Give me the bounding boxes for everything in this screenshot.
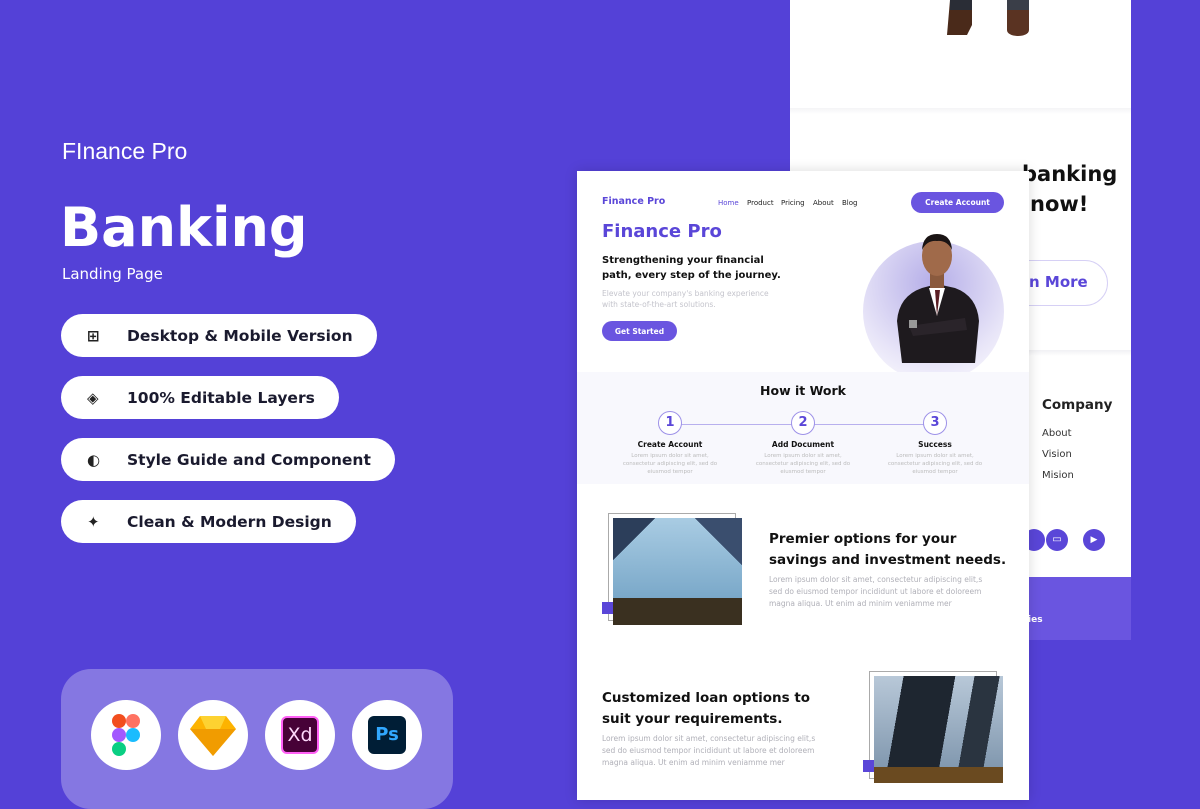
cta-heading-line2: now!: [1030, 192, 1089, 216]
step-3: 3 Success Lorem ipsum dolor sit amet, cons…: [865, 411, 1005, 476]
hero-text: Elevate your company's banking experienc…: [602, 289, 769, 309]
nav-home[interactable]: Home: [718, 199, 739, 207]
cta-heading-line1: banking: [1022, 162, 1118, 186]
hero-headline: Strengthening your financial path, every…: [602, 255, 781, 281]
get-started-button[interactable]: Get Started: [602, 321, 677, 341]
company-title: Company: [1042, 397, 1113, 413]
step-number: 2: [791, 411, 815, 435]
how-title: How it Work: [760, 383, 846, 398]
image-icon[interactable]: ▭: [1046, 529, 1068, 551]
ps-label: Ps: [368, 716, 406, 754]
feature-label: Clean & Modern Design: [127, 512, 332, 531]
front-mockup: Finance Pro Home Product Pricing About B…: [577, 171, 1029, 800]
buildings-image: [874, 676, 1003, 783]
sketch-icon: [178, 700, 248, 770]
feature2-text: Lorem ipsum dolor sit amet, consectetur …: [602, 734, 816, 767]
step-number: 1: [658, 411, 682, 435]
layers-icon: ◈: [87, 388, 99, 407]
feature-pill: ✦ Clean & Modern Design: [61, 500, 356, 543]
skyscrapers-image: [613, 518, 742, 625]
step-title: Success: [918, 440, 952, 449]
step-title: Add Document: [771, 440, 835, 449]
site-logo[interactable]: Finance Pro: [602, 196, 665, 207]
create-account-button[interactable]: Create Account: [911, 192, 1004, 213]
promo-subtitle: Landing Page: [62, 265, 163, 283]
feature-pill: ◈ 100% Editable Layers: [61, 376, 339, 419]
nav-product[interactable]: Product: [747, 199, 774, 207]
step-title: Create Account: [637, 440, 703, 449]
nav-blog[interactable]: Blog: [842, 199, 857, 207]
feature-pill: ⊞ Desktop & Mobile Version: [61, 314, 377, 357]
brand-name: FInance Pro: [62, 138, 188, 164]
figma-icon: [91, 700, 161, 770]
step-text: Lorem ipsum dolor sit amet, consectetur …: [755, 453, 851, 475]
footer-text: ies: [1028, 615, 1043, 625]
person-feet-image: [947, 0, 1029, 36]
feature-label: Style Guide and Component: [127, 450, 371, 469]
company-link-vision[interactable]: Vision: [1042, 449, 1072, 460]
feature-label: Desktop & Mobile Version: [127, 326, 353, 345]
feature-pill: ◐ Style Guide and Component: [61, 438, 395, 481]
nav-pricing[interactable]: Pricing: [781, 199, 805, 207]
step-2: 2 Add Document Lorem ipsum dolor sit amet,…: [733, 411, 873, 476]
feature1-title: Premier options for your savings and inv…: [769, 531, 1007, 568]
step-number: 3: [923, 411, 947, 435]
hero-title: Finance Pro: [602, 221, 722, 242]
businessman-image: [897, 234, 979, 363]
xd-label: Xd: [281, 716, 319, 754]
company-link-about[interactable]: About: [1042, 428, 1072, 439]
step-text: Lorem ipsum dolor sit amet, consectetur …: [622, 453, 718, 475]
promo-title: Banking: [60, 196, 308, 259]
youtube-icon[interactable]: ▶: [1083, 529, 1105, 551]
sparkle-icon: ✦: [87, 512, 100, 531]
company-link-mision[interactable]: Mision: [1042, 470, 1074, 481]
step-1: 1 Create Account Lorem ipsum dolor sit ame…: [600, 411, 740, 476]
feature-label: 100% Editable Layers: [127, 388, 315, 407]
nav-about[interactable]: About: [813, 199, 834, 207]
palette-icon: ◐: [87, 450, 101, 469]
xd-icon: Xd: [265, 700, 335, 770]
feature2-title: Customized loan options to suit your req…: [602, 690, 811, 727]
photoshop-icon: Ps: [352, 700, 422, 770]
step-text: Lorem ipsum dolor sit amet, consectetur …: [887, 453, 983, 475]
grid-icon: ⊞: [87, 326, 100, 345]
feature1-text: Lorem ipsum dolor sit amet, consectetur …: [769, 575, 983, 608]
